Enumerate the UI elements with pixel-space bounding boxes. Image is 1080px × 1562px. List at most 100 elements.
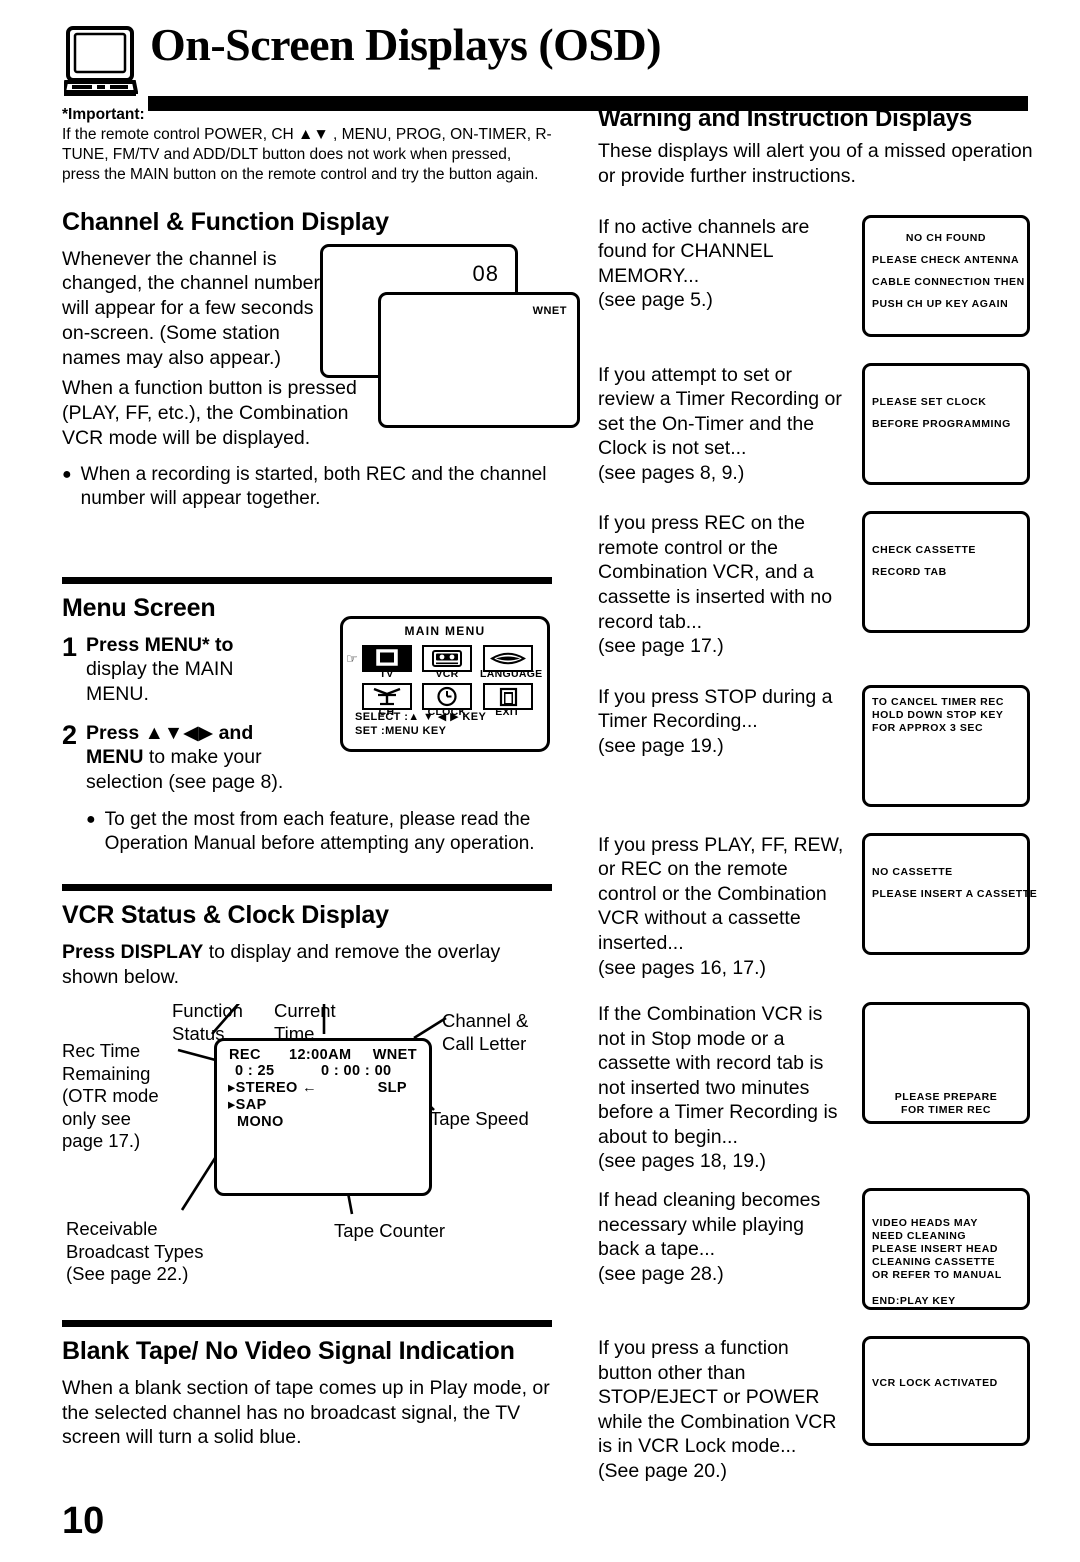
- osd-message-line: OR REFER TO MANUAL: [872, 1269, 1002, 1282]
- manual-page: On-Screen Displays (OSD) *Important: If …: [0, 0, 1080, 1562]
- main-menu-grid: ☞ TV VCR LANGUAGE CH CLOCK EXIT: [346, 644, 543, 718]
- step-1-number: 1: [62, 631, 78, 662]
- step-1-text: Press MENU* to display the MAIN MENU.: [86, 633, 296, 707]
- menu-label-exit: EXIT: [495, 705, 520, 718]
- channel-number-display: 08: [472, 260, 499, 286]
- osd-overlay-diagram: Function Status Current Time Channel & Call…: [62, 1000, 552, 1304]
- osd-message-lines: VIDEO HEADS MAY NEED CLEANING PLEASE INSER…: [865, 1217, 1027, 1308]
- osd-message-box: PLEASE SET CLOCK BEFORE PROGRAMMING: [862, 362, 1030, 485]
- osd-mono-indicator: MONO: [237, 1113, 284, 1130]
- station-call-letter-display: WNET: [532, 304, 567, 317]
- section-divider-2: [62, 884, 552, 892]
- tv-vcr-combo-icon: [61, 26, 139, 98]
- channel-screen-illustration: 08 WNET: [320, 243, 580, 430]
- osd-message-lines: PLEASE PREPARE FOR TIMER REC: [865, 1091, 1027, 1117]
- step-2-text: Press ▲▼◀▶ and MENU to make your selecti…: [86, 721, 296, 795]
- channel-bullet-text: When a recording is started, both REC an…: [80, 463, 547, 509]
- section-divider-1: [62, 576, 552, 584]
- osd-message-box: PLEASE PREPARE FOR TIMER REC: [862, 1002, 1030, 1125]
- main-menu-row-1: ☞ TV VCR LANGUAGE: [346, 644, 543, 680]
- section-divider-3: [62, 1319, 552, 1327]
- warning-section-heading: Warning and Instruction Displays: [598, 105, 973, 132]
- warning-row-text: If you press a function button other tha…: [598, 1337, 837, 1482]
- osd-message-lines: NO CH FOUND PLEASE CHECK ANTENNA CABLE CON…: [865, 232, 1027, 320]
- bullet-dot-icon: ●: [86, 811, 96, 829]
- important-label: *Important:: [62, 106, 145, 123]
- osd-message-line: HOLD DOWN STOP KEY: [872, 708, 1004, 721]
- page-title: On-Screen Displays (OSD): [150, 19, 662, 70]
- osd-message-line: NEED CLEANING: [872, 1230, 967, 1243]
- menu-item-clock[interactable]: CLOCK: [420, 682, 475, 718]
- callout-receivable-broadcast-types: Receivable Broadcast Types (See page 22.): [66, 1217, 204, 1285]
- osd-message-line: CLEANING CASSETTE: [872, 1256, 996, 1269]
- osd-message-line: PUSH CH UP KEY AGAIN: [872, 297, 1009, 310]
- callout-tape-counter: Tape Counter: [334, 1219, 446, 1241]
- osd-screen: REC 12:00AM WNET 0 : 25 0 : 00 : 00 ▸STE…: [214, 1037, 432, 1196]
- osd-sap-indicator: ▸SAP: [228, 1096, 267, 1113]
- warning-row-text: If the Combination VCR is not in Stop mo…: [598, 1003, 838, 1173]
- osd-tape-counter: 0 : 00 : 00: [321, 1062, 392, 1079]
- osd-message-line: PLEASE PREPARE: [894, 1091, 998, 1104]
- osd-message-box: VIDEO HEADS MAY NEED CLEANING PLEASE INSER…: [862, 1188, 1030, 1310]
- warning-row: If head cleaning becomes necessary while…: [598, 1188, 1038, 1310]
- right-column: Warning and Instruction Displays These d…: [598, 105, 1038, 1483]
- osd-stereo-indicator: ▸STEREO ←: [228, 1079, 318, 1096]
- menu-label-language: LANGUAGE: [480, 667, 543, 680]
- tv-screen-front: WNET: [378, 291, 580, 428]
- osd-function-status: REC: [229, 1046, 261, 1063]
- callout-tape-speed: Tape Speed: [430, 1107, 529, 1129]
- warning-section-intro: These displays will alert you of a misse…: [598, 140, 1033, 187]
- step-1-rest: display the MAIN MENU.: [86, 658, 234, 705]
- warning-row-text: If you press STOP during a Timer Recordi…: [598, 685, 833, 757]
- osd-message-line: END:PLAY KEY: [872, 1295, 956, 1308]
- left-column: *Important: If the remote control POWER,…: [62, 105, 580, 1456]
- osd-message-line: RECORD TAB: [872, 566, 947, 579]
- osd-message-line: PLEASE INSERT HEAD: [872, 1243, 998, 1256]
- osd-message-box: TO CANCEL TIMER REC HOLD DOWN STOP KEY FOR…: [862, 684, 1030, 807]
- menu-bullet: ● To get the most from each feature, ple…: [86, 808, 552, 856]
- osd-message-lines: VCR LOCK ACTIVATED: [865, 1377, 1027, 1399]
- menu-item-language[interactable]: LANGUAGE: [480, 644, 543, 680]
- warning-row: If the Combination VCR is not in Stop mo…: [598, 1002, 1038, 1174]
- callout-rec-time-remaining: Rec Time Remaining (OTR mode only see page 1…: [62, 1039, 159, 1152]
- warning-row: If you press a function button other tha…: [598, 1336, 1038, 1483]
- channel-paragraph-1: Whenever the channel is changed, the cha…: [62, 247, 321, 369]
- menu-item-tv[interactable]: ☞ TV: [346, 644, 414, 680]
- key-hint-set: SET :MENU KEY: [355, 724, 447, 737]
- channel-bullet: ● When a recording is started, both REC …: [62, 463, 552, 511]
- vcr-status-heading: VCR Status & Clock Display: [62, 901, 389, 930]
- osd-message-line: FOR APPROX 3 SEC: [872, 721, 984, 734]
- channel-section-text: Whenever the channel is changed, the cha…: [62, 247, 324, 371]
- osd-message-line: CABLE CONNECTION THEN: [872, 275, 1025, 288]
- channel-function-display-section: Channel & Function Display Whenever the …: [62, 207, 580, 511]
- osd-message-line: TO CANCEL TIMER REC: [872, 695, 1004, 708]
- warning-row: If no active channels are found for CHAN…: [598, 214, 1038, 337]
- osd-message-line: VIDEO HEADS MAY: [872, 1217, 978, 1229]
- blank-tape-heading: Blank Tape/ No Video Signal Indication: [62, 1336, 515, 1365]
- menu-item-vcr[interactable]: VCR: [420, 644, 475, 680]
- osd-message-line: NO CASSETTE: [872, 865, 953, 878]
- osd-message-lines: CHECK CASSETTE RECORD TAB: [865, 544, 1027, 588]
- vcr-status-section: VCR Status & Clock Display Press DISPLAY…: [62, 901, 552, 1304]
- warning-row-text: If you press REC on the remote control o…: [598, 512, 833, 658]
- menu-label-vcr: VCR: [435, 667, 459, 680]
- warning-row: If you press REC on the remote control o…: [598, 511, 1038, 658]
- blank-tape-section: Blank Tape/ No Video Signal Indication W…: [62, 1337, 552, 1450]
- channel-section-heading: Channel & Function Display: [62, 207, 389, 236]
- osd-message-line: [872, 1282, 1020, 1294]
- warning-row-text: If you press PLAY, FF, REW, or REC on th…: [598, 833, 844, 979]
- menu-item-exit[interactable]: EXIT: [480, 682, 535, 718]
- warning-rows: If no active channels are found for CHAN…: [598, 214, 1038, 1484]
- osd-message-box: NO CH FOUND PLEASE CHECK ANTENNA CABLE CON…: [862, 214, 1030, 337]
- main-menu-row-2: CH CLOCK EXIT: [359, 682, 535, 718]
- warning-row-text: If no active channels are found for CHAN…: [598, 215, 810, 312]
- osd-message-lines: NO CASSETTE PLEASE INSERT A CASSETTE: [865, 865, 1037, 910]
- osd-message-box: CHECK CASSETTE RECORD TAB: [862, 511, 1030, 634]
- osd-call-letter: WNET: [372, 1046, 417, 1063]
- warning-row: If you attempt to set or review a Timer …: [598, 362, 1038, 486]
- menu-screen-section: Menu Screen 1 Press MENU* to display the…: [62, 594, 552, 857]
- menu-item-ch[interactable]: CH: [359, 682, 414, 718]
- vcr-status-intro-bold: Press DISPLAY: [62, 941, 204, 964]
- cursor-pointer-icon: ☞: [346, 650, 358, 666]
- osd-message-line: VCR LOCK ACTIVATED: [872, 1377, 998, 1389]
